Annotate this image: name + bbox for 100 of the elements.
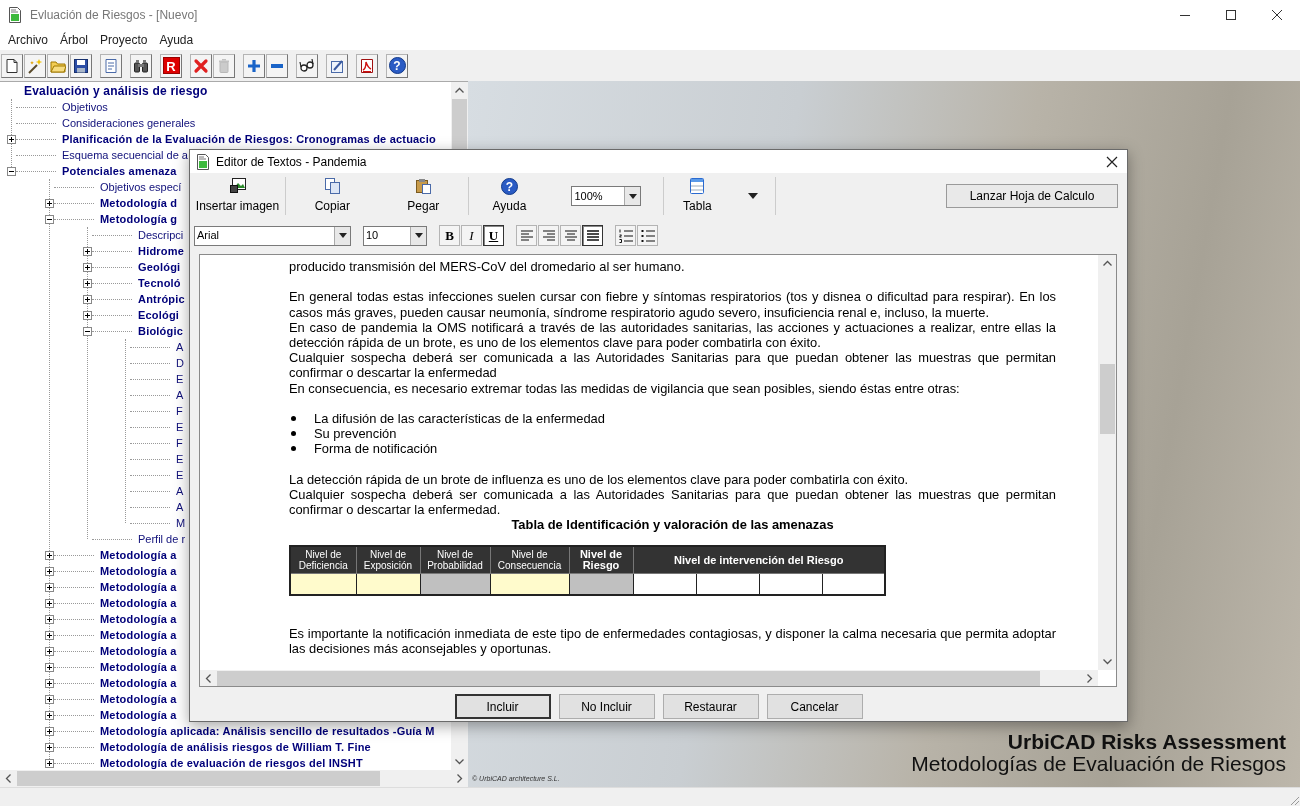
tree-item[interactable]: D <box>176 356 184 370</box>
expand-toggle[interactable] <box>44 710 54 720</box>
expand-toggle[interactable] <box>44 726 54 736</box>
align-left-button[interactable] <box>516 225 537 246</box>
numbered-list-button[interactable] <box>615 225 636 246</box>
tree-item[interactable]: Evaluación y análisis de riesgo <box>24 84 208 98</box>
tree-item[interactable]: Antrópic <box>138 292 185 306</box>
menu-item[interactable]: Proyecto <box>94 31 154 49</box>
tree-item[interactable]: Metodología de evaluación de riesgos del INSHT <box>100 756 363 770</box>
toolbar-button[interactable] <box>70 53 92 78</box>
vertical-scrollbar[interactable] <box>1098 255 1116 670</box>
tree-item[interactable]: M <box>176 516 186 530</box>
expand-toggle[interactable] <box>44 566 54 576</box>
underline-button[interactable]: U <box>483 225 504 246</box>
expand-toggle[interactable] <box>44 694 54 704</box>
expand-toggle[interactable] <box>82 262 92 272</box>
tree-item[interactable]: Metodología a <box>100 676 177 690</box>
tree-item[interactable]: Objetivos <box>62 100 108 114</box>
tree-item[interactable]: Esquema secuencial de a <box>62 148 188 162</box>
horizontal-scrollbar[interactable] <box>0 770 468 787</box>
tree-item[interactable]: Ecológi <box>138 308 180 322</box>
tree-item[interactable]: E <box>176 420 184 434</box>
expand-toggle[interactable] <box>44 758 54 768</box>
expand-toggle[interactable] <box>44 598 54 608</box>
tree-item[interactable]: Metodología a <box>100 612 177 626</box>
expand-toggle[interactable] <box>82 278 92 288</box>
dialog-button[interactable]: No Incluir <box>558 694 655 719</box>
tree-item[interactable]: Planificación de la Evaluación de Riesgos: Cronogramas de actuacio <box>62 132 436 146</box>
tree-item[interactable]: E <box>176 452 184 466</box>
tree-item[interactable]: Consideraciones generales <box>62 116 196 130</box>
expand-toggle[interactable] <box>44 646 54 656</box>
toolbar-button[interactable] <box>326 53 348 78</box>
tree-item[interactable]: Metodología a <box>100 580 177 594</box>
bullet-list-button[interactable] <box>637 225 658 246</box>
tree-item[interactable]: Objetivos especí <box>100 180 182 194</box>
tree-item[interactable]: Geológi <box>138 260 181 274</box>
zoom-dropdown[interactable]: 100% <box>571 186 642 206</box>
tree-item[interactable]: Metodología de análisis riesgos de William T. Fine <box>100 740 371 754</box>
toolbar-button[interactable] <box>130 53 152 78</box>
italic-button[interactable]: I <box>461 225 482 246</box>
dialog-button[interactable]: Incluir <box>454 694 551 719</box>
tree-item[interactable]: Descripci <box>138 228 184 242</box>
toolbar-button[interactable] <box>356 53 378 78</box>
menu-item[interactable]: Ayuda <box>153 31 200 49</box>
tree-item[interactable]: Perfil de r <box>138 532 186 546</box>
tree-item[interactable]: Metodología d <box>100 196 178 210</box>
tree-item[interactable]: E <box>176 468 184 482</box>
expand-toggle[interactable] <box>82 246 92 256</box>
insert-image-button[interactable]: Insertar imagen <box>193 177 282 215</box>
tree-item[interactable]: A <box>176 388 184 402</box>
expand-toggle[interactable] <box>82 294 92 304</box>
dialog-button[interactable]: Cancelar <box>766 694 863 719</box>
collapse-toggle[interactable] <box>44 214 54 224</box>
copy-button[interactable]: Copiar <box>312 177 352 215</box>
tree-item[interactable]: F <box>176 436 183 450</box>
paste-button[interactable]: Pegar <box>405 177 442 215</box>
tree-item[interactable]: Metodología aplicada: Análisis sencillo de resultados -Guía M <box>100 724 435 738</box>
document-editor[interactable] <box>199 254 1117 687</box>
expand-toggle[interactable] <box>44 630 54 640</box>
bold-button[interactable]: B <box>439 225 460 246</box>
scrollbar-thumb[interactable] <box>17 771 380 786</box>
tree-item[interactable]: Metodología a <box>100 692 177 706</box>
toolbar-button[interactable] <box>1 53 23 78</box>
table-button[interactable]: Tabla <box>681 177 714 215</box>
expand-toggle[interactable] <box>44 582 54 592</box>
expand-toggle[interactable] <box>44 614 54 624</box>
menu-item[interactable]: Archivo <box>2 31 54 49</box>
expand-toggle[interactable] <box>44 742 54 752</box>
justify-button[interactable] <box>582 225 603 246</box>
menu-item[interactable]: Árbol <box>54 31 95 49</box>
align-right-button[interactable] <box>538 225 559 246</box>
expand-toggle[interactable] <box>44 662 54 672</box>
tree-item[interactable]: F <box>176 404 183 418</box>
tree-item[interactable]: Metodología a <box>100 596 177 610</box>
tree-item[interactable]: Metodología a <box>100 628 177 642</box>
expand-toggle[interactable] <box>6 134 16 144</box>
font-dropdown[interactable]: Arial <box>194 225 351 246</box>
collapse-toggle[interactable] <box>82 326 92 336</box>
tree-item[interactable]: Metodología a <box>100 708 177 722</box>
tree-item[interactable]: Metodología a <box>100 660 177 674</box>
expand-toggle[interactable] <box>82 310 92 320</box>
resize-grip[interactable] <box>1288 794 1300 806</box>
tree-item[interactable]: E <box>176 372 184 386</box>
size-dropdown[interactable]: 10 <box>363 225 427 246</box>
collapse-toggle[interactable] <box>6 166 16 176</box>
tree-item[interactable]: Metodología a <box>100 548 177 562</box>
tree-item[interactable]: A <box>176 500 184 514</box>
tree-item[interactable]: Potenciales amenaza <box>62 164 177 178</box>
scrollbar-thumb[interactable] <box>1099 364 1115 434</box>
launch-spreadsheet-button[interactable]: Lanzar Hoja de Calculo <box>946 184 1118 208</box>
dialog-button[interactable]: Restaurar <box>662 694 759 719</box>
toolbar-button[interactable] <box>296 53 318 78</box>
tree-item[interactable]: A <box>176 340 184 354</box>
expand-toggle[interactable] <box>44 678 54 688</box>
tree-item[interactable]: A <box>176 484 184 498</box>
expand-toggle[interactable] <box>44 550 54 560</box>
expand-toggle[interactable] <box>44 198 54 208</box>
tree-item[interactable]: Metodología g <box>100 212 178 226</box>
tree-item[interactable]: Metodología a <box>100 644 177 658</box>
tree-item[interactable]: Tecnoló <box>138 276 181 290</box>
